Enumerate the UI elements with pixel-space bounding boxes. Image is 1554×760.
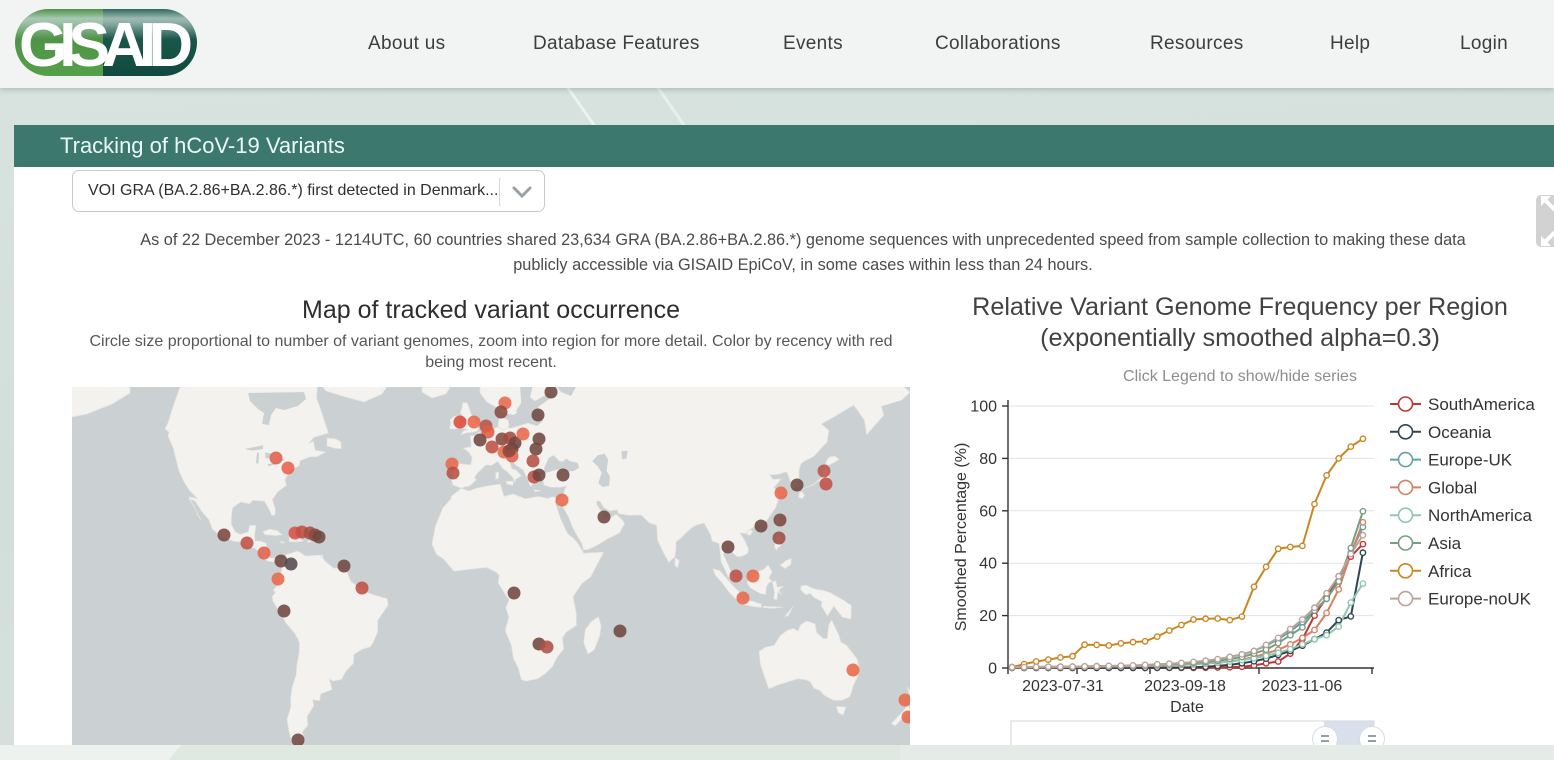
svg-text:Oceania: Oceania bbox=[1428, 423, 1492, 442]
svg-text:0: 0 bbox=[988, 661, 997, 678]
svg-text:Asia: Asia bbox=[1428, 534, 1462, 553]
svg-text:2023-09-18: 2023-09-18 bbox=[1144, 678, 1226, 695]
svg-text:Global: Global bbox=[1428, 478, 1477, 497]
svg-text:GISAID: GISAID bbox=[19, 11, 193, 77]
svg-text:Europe-UK: Europe-UK bbox=[1428, 451, 1513, 470]
svg-text:80: 80 bbox=[979, 451, 997, 468]
svg-text:2023-11-06: 2023-11-06 bbox=[1262, 678, 1343, 695]
svg-text:2023-07-31: 2023-07-31 bbox=[1022, 678, 1104, 695]
svg-text:20: 20 bbox=[979, 608, 997, 625]
svg-text:Africa: Africa bbox=[1428, 562, 1472, 581]
svg-text:NorthAmerica: NorthAmerica bbox=[1428, 506, 1532, 525]
svg-text:Smoothed Percentage (%): Smoothed Percentage (%) bbox=[953, 443, 970, 632]
svg-text:100: 100 bbox=[970, 399, 997, 416]
svg-text:60: 60 bbox=[979, 503, 997, 520]
svg-text:40: 40 bbox=[979, 556, 997, 573]
svg-text:Date: Date bbox=[1170, 699, 1204, 716]
svg-text:Europe-noUK: Europe-noUK bbox=[1428, 590, 1532, 609]
svg-text:SouthAmerica: SouthAmerica bbox=[1428, 395, 1535, 414]
